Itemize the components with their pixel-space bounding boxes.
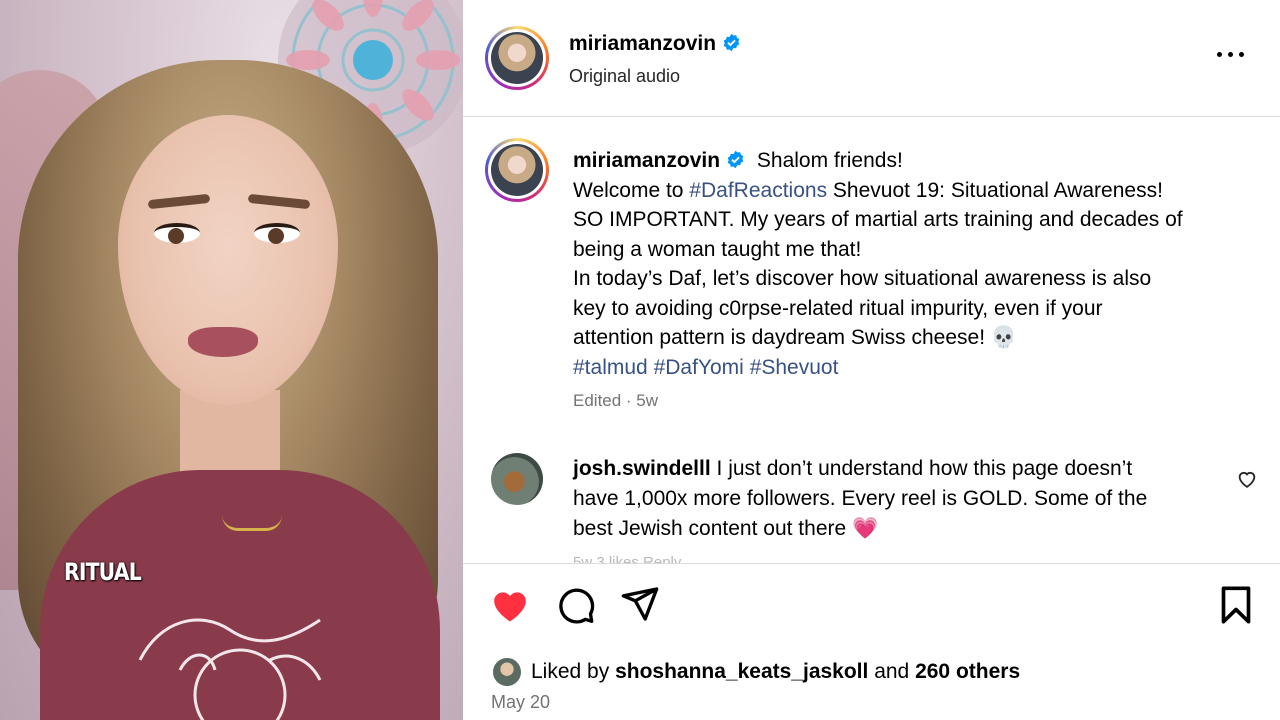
comment-heart-icon[interactable] xyxy=(1236,468,1258,490)
caption-line: In today’s Daf, let’s discover how situa… xyxy=(573,267,1152,290)
caption-username[interactable]: miriamanzovin xyxy=(573,149,720,172)
bookmark-icon[interactable] xyxy=(1215,585,1257,625)
send-icon[interactable] xyxy=(619,584,661,624)
audio-label[interactable]: Original audio xyxy=(569,66,680,87)
caption-line: key to avoiding c0rpse-related ritual im… xyxy=(573,296,1103,320)
header-username-text[interactable]: miriamanzovin xyxy=(569,32,716,55)
caption-line: being a woman taught me that! xyxy=(573,237,862,261)
liked-by-prefix: Liked by xyxy=(531,660,616,683)
comment-text: I just don’t understand how this page do… xyxy=(716,457,1133,480)
comment-icon[interactable] xyxy=(555,586,597,626)
comment-meta[interactable]: 5w 3 likes Reply xyxy=(573,554,681,563)
caption-line: SO IMPORTANT. My years of martial arts t… xyxy=(573,208,1183,231)
caption-line: Welcome to xyxy=(573,178,690,202)
lips xyxy=(188,327,258,357)
hashtag-link[interactable]: #Shevuot xyxy=(750,356,839,379)
author-avatar[interactable] xyxy=(485,26,549,90)
right-eye xyxy=(254,223,300,244)
commenter-avatar[interactable] xyxy=(491,453,543,505)
post-panel: miriamanzovin Original audio miriamanzov… xyxy=(463,0,1280,720)
verified-badge-icon xyxy=(723,33,740,52)
hashtag-link[interactable]: #talmud xyxy=(573,356,648,379)
heart-filled-icon[interactable] xyxy=(489,586,531,626)
video-overlay-text: RITUAL xyxy=(64,558,142,586)
caption-line: Shalom friends! xyxy=(756,149,903,172)
likes-count[interactable]: 260 others xyxy=(915,660,1020,684)
left-eye xyxy=(154,223,200,244)
post-caption: miriamanzovin Shalom friends! Welcome to… xyxy=(573,146,1253,382)
liker-username[interactable]: shoshanna_keats_jaskoll xyxy=(615,660,868,684)
caption-line: Shevuot 19: Situational Awareness! xyxy=(827,178,1163,202)
comments-scroll-area[interactable]: miriamanzovin Shalom friends! Welcome to… xyxy=(463,118,1280,563)
comment: josh.swindelll I just don’t understand h… xyxy=(573,454,1198,544)
post-header: miriamanzovin Original audio xyxy=(463,0,1280,117)
hashtag-link[interactable]: #DafReactions xyxy=(689,179,827,202)
reel-video[interactable]: RITUAL xyxy=(0,0,463,720)
right-brow xyxy=(247,193,311,210)
verified-badge-icon xyxy=(727,150,744,169)
actions-bar: Liked by shoshanna_keats_jaskoll and 260… xyxy=(463,563,1280,720)
caption-avatar[interactable] xyxy=(485,138,549,202)
liked-by-and: and xyxy=(868,660,916,683)
comment-text: best Jewish content out there 💗 xyxy=(573,517,879,540)
hashtag-link[interactable]: #DafYomi xyxy=(654,356,744,379)
left-brow xyxy=(147,193,211,210)
caption-meta: Edited · 5w xyxy=(573,391,659,410)
liked-by[interactable]: Liked by shoshanna_keats_jaskoll and 260… xyxy=(491,656,1020,688)
commenter-username[interactable]: josh.swindelll xyxy=(573,457,711,480)
caption-line: attention pattern is daydream Swiss chee… xyxy=(573,326,1018,349)
comment-text: have 1,000x more followers. Every reel i… xyxy=(573,487,1148,510)
header-username[interactable]: miriamanzovin xyxy=(569,32,741,56)
necklace xyxy=(222,515,282,531)
shirt-print xyxy=(138,618,322,720)
post-date[interactable]: May 20 xyxy=(491,692,550,713)
more-options-icon[interactable] xyxy=(1216,44,1246,64)
liker-avatar[interactable] xyxy=(491,656,523,688)
